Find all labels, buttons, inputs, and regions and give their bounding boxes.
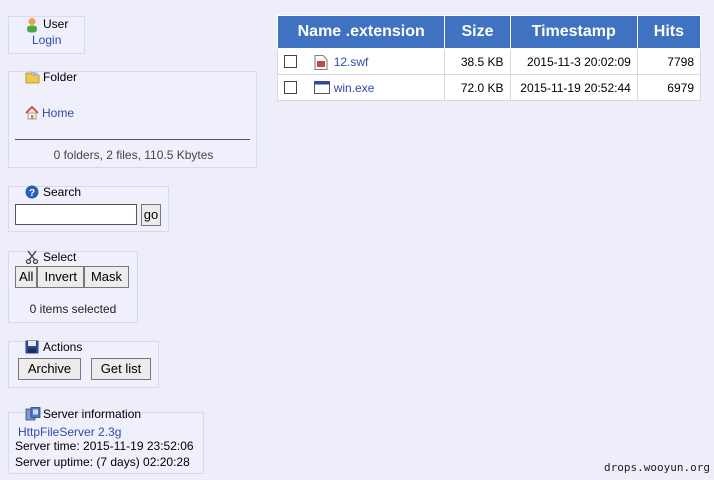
server-software-link[interactable]: HttpFileServer 2.3g <box>18 425 121 439</box>
folder-open-icon <box>25 70 40 84</box>
search-panel: ? Search go <box>8 185 169 232</box>
search-input[interactable] <box>15 204 137 225</box>
table-row: 12.swf 38.5 KB 2015-11-3 20:02:09 7798 <box>276 48 702 75</box>
select-title: Select <box>43 250 77 264</box>
swf-file-icon <box>314 55 328 70</box>
select-panel: Select All Invert Mask 0 items selected <box>8 250 138 323</box>
user-icon <box>25 17 39 33</box>
column-name-header[interactable]: Name .extension <box>276 15 446 49</box>
row-checkbox[interactable] <box>284 55 297 69</box>
file-size-cell: 72.0 KB <box>444 74 511 101</box>
server-info-panel: Server information HttpFileServer 2.3g S… <box>8 407 204 474</box>
file-name-cell: 12.swf <box>276 48 446 75</box>
help-icon: ? <box>25 185 39 199</box>
home-link-row[interactable]: Home <box>25 105 74 120</box>
folder-panel: Folder Home 0 folders, 2 files, 110.5 Kb… <box>8 70 257 168</box>
folder-divider <box>15 139 250 140</box>
folder-title: Folder <box>43 70 78 84</box>
folder-summary: 0 folders, 2 files, 110.5 Kbytes <box>53 148 214 162</box>
home-icon <box>25 105 39 120</box>
user-panel: User Login <box>8 16 85 54</box>
column-size-header[interactable]: Size <box>444 15 511 49</box>
watermark: drops.wooyun.org <box>604 461 710 474</box>
file-size-cell: 38.5 KB <box>444 48 511 75</box>
scissors-icon <box>25 250 39 265</box>
file-hits-cell: 6979 <box>636 74 702 101</box>
search-go-button[interactable]: go <box>141 204 161 226</box>
archive-button[interactable]: Archive <box>18 358 81 380</box>
server-uptime: Server uptime: (7 days) 02:20:28 <box>15 455 190 469</box>
file-link[interactable]: win.exe <box>334 81 375 95</box>
save-disk-icon <box>25 340 39 354</box>
invert-selection-button[interactable]: Invert <box>37 266 84 288</box>
mask-button[interactable]: Mask <box>83 266 130 288</box>
user-title: User <box>43 17 69 31</box>
selection-status: 0 items selected <box>29 302 117 316</box>
file-name-cell: win.exe <box>276 74 446 101</box>
file-table: Name .extension Size Timestamp Hits 12.s… <box>276 15 702 101</box>
server-icon <box>25 407 41 421</box>
server-info-title: Server information <box>43 407 142 421</box>
server-time: Server time: 2015-11-19 23:52:06 <box>15 439 194 453</box>
select-all-button[interactable]: All <box>15 266 38 288</box>
file-link[interactable]: 12.swf <box>334 55 369 69</box>
home-link[interactable]: Home <box>42 106 74 120</box>
get-list-button[interactable]: Get list <box>91 358 151 380</box>
file-timestamp-cell: 2015-11-3 20:02:09 <box>509 48 638 75</box>
column-hits-header[interactable]: Hits <box>636 15 702 49</box>
row-checkbox[interactable] <box>284 81 297 95</box>
file-table-header: Name .extension Size Timestamp Hits <box>276 15 702 49</box>
actions-panel: Actions Archive Get list <box>8 340 159 388</box>
login-link[interactable]: Login <box>32 33 61 47</box>
svg-text:?: ? <box>29 188 35 199</box>
column-timestamp-header[interactable]: Timestamp <box>509 15 638 49</box>
actions-title: Actions <box>43 340 83 354</box>
file-hits-cell: 7798 <box>636 48 702 75</box>
exe-file-icon <box>314 80 331 95</box>
table-row: win.exe 72.0 KB 2015-11-19 20:52:44 6979 <box>276 74 702 101</box>
file-timestamp-cell: 2015-11-19 20:52:44 <box>509 74 638 101</box>
search-title: Search <box>43 185 82 199</box>
